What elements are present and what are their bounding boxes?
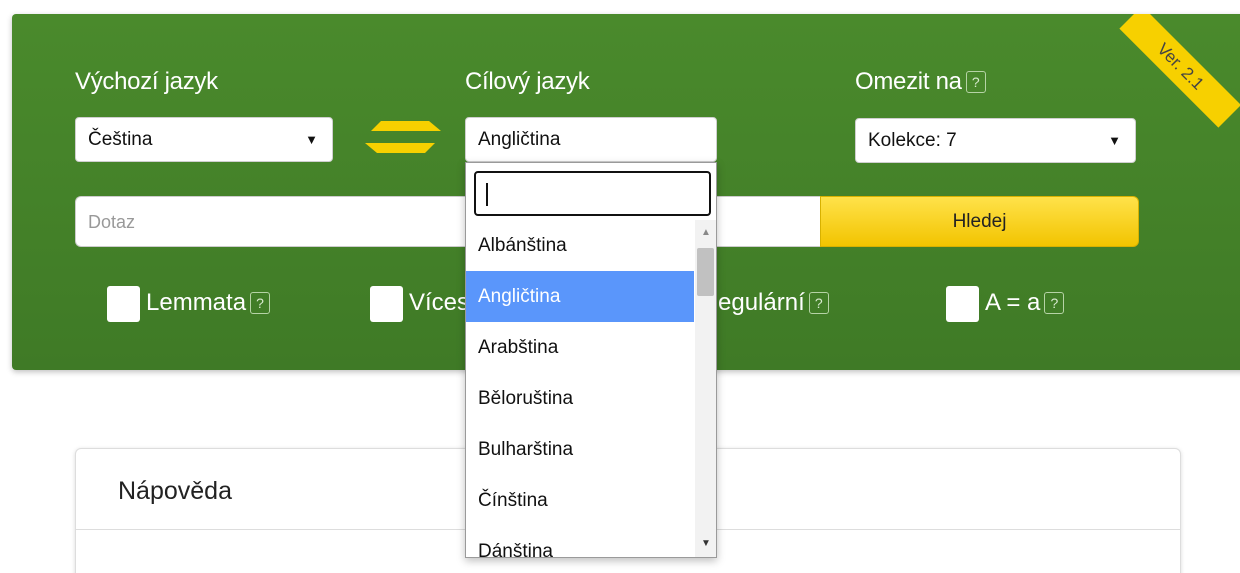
lemmata-help-icon[interactable]: ?	[250, 292, 271, 314]
multi-option[interactable]: Víces	[370, 283, 469, 323]
restrict-value: Kolekce: 7	[868, 130, 957, 151]
language-option[interactable]: Bulharština	[466, 424, 694, 475]
dropdown-arrow-icon: ▼	[1108, 133, 1121, 148]
target-language-dropdown[interactable]: Albánština Angličtina Arabština Bělorušt…	[465, 162, 717, 558]
help-title: Nápověda	[118, 477, 232, 505]
source-language-value: Čeština	[88, 129, 153, 150]
source-language-label: Výchozí jazyk	[75, 68, 218, 95]
regular-option[interactable]: egulární?	[718, 283, 829, 323]
language-option-selected[interactable]: Angličtina	[466, 271, 694, 322]
regular-help-icon[interactable]: ?	[808, 292, 829, 314]
scroll-up-icon[interactable]: ▲	[695, 224, 716, 242]
restrict-select[interactable]: Kolekce: 7 ▼	[855, 118, 1136, 163]
language-option[interactable]: Arabština	[466, 322, 694, 373]
multi-label: Víces	[409, 289, 470, 316]
target-language-label: Cílový jazyk	[465, 68, 590, 95]
language-option[interactable]: Běloruština	[466, 373, 694, 424]
language-option[interactable]: Dánština	[466, 526, 694, 557]
restrict-label-text: Omezit na	[855, 68, 962, 95]
text-caret	[486, 183, 488, 206]
scrollbar-thumb[interactable]	[697, 248, 714, 296]
swap-languages-icon[interactable]	[363, 117, 443, 157]
dropdown-scrollbar[interactable]: ▲ ▼	[695, 220, 716, 557]
target-language-select[interactable]: Angličtina	[465, 117, 717, 162]
lemmata-label: Lemmata	[146, 289, 247, 316]
case-checkbox[interactable]	[946, 285, 979, 322]
source-language-select[interactable]: Čeština ▼	[75, 117, 333, 162]
dropdown-arrow-icon: ▼	[305, 132, 318, 147]
restrict-label: Omezit na?	[855, 68, 986, 96]
language-search-input[interactable]	[474, 171, 711, 216]
version-ribbon: Ver. 2.1	[1119, 14, 1240, 128]
search-button[interactable]: Hledej	[820, 196, 1139, 247]
lemmata-checkbox[interactable]	[107, 285, 140, 322]
language-option[interactable]: Albánština	[466, 220, 694, 271]
case-help-icon[interactable]: ?	[1044, 292, 1065, 314]
lemmata-option[interactable]: Lemmata?	[107, 283, 271, 323]
language-option[interactable]: Čínština	[466, 475, 694, 526]
multi-checkbox[interactable]	[370, 285, 403, 322]
target-language-value: Angličtina	[478, 129, 561, 150]
case-label: A = a	[985, 289, 1041, 316]
language-list[interactable]: Albánština Angličtina Arabština Bělorušt…	[466, 220, 694, 557]
regular-label: egulární	[718, 289, 805, 316]
case-option[interactable]: A = a?	[946, 283, 1065, 323]
restrict-help-icon[interactable]: ?	[965, 71, 986, 93]
scroll-down-icon[interactable]: ▼	[695, 535, 716, 553]
